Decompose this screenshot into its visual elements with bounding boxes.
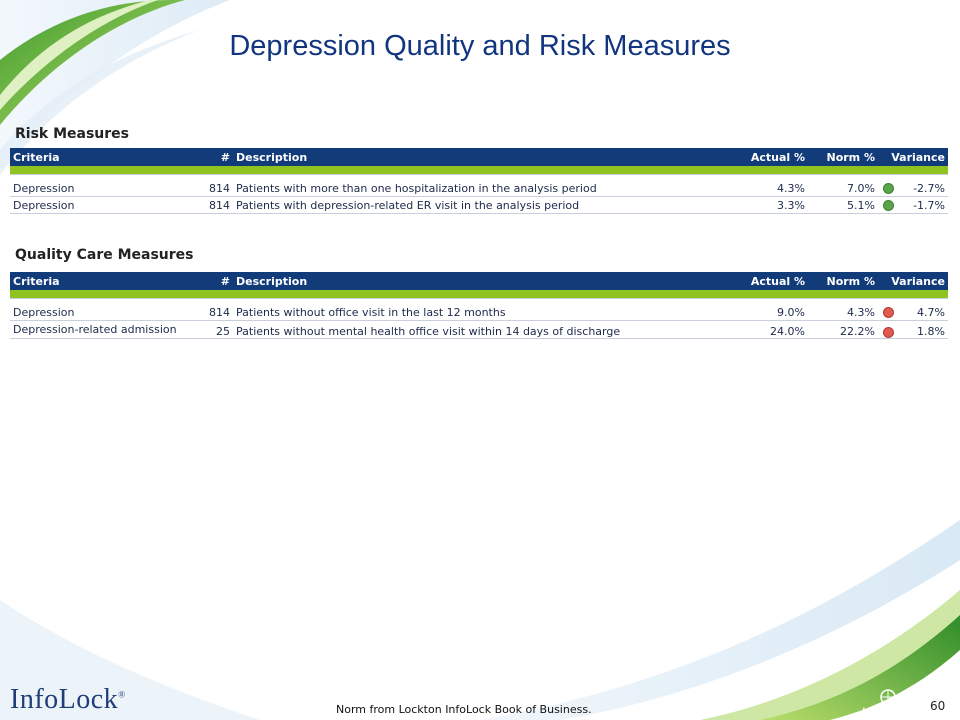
actual-cell: 4.3% [738, 180, 808, 197]
variance-cell: 1.8% [878, 320, 948, 339]
green-indicator [883, 200, 894, 211]
variance-value: -1.7% [913, 198, 945, 212]
count-header: # [190, 272, 233, 290]
variance-cell: -2.7% [878, 180, 948, 197]
count-cell: 814 [190, 196, 233, 214]
norm-header: Norm % [808, 272, 878, 290]
table-row: Depression 814 Patients without office v… [10, 304, 948, 321]
page-number: 60 [930, 699, 946, 713]
description-cell: Patients without office visit in the las… [233, 304, 738, 321]
status-dot-icon [881, 182, 894, 195]
criteria-cell: Depression [10, 180, 190, 197]
registered-mark: ® [118, 689, 126, 700]
red-indicator [883, 326, 894, 338]
variance-cell: 4.7% [878, 304, 948, 321]
description-header: Description [233, 148, 738, 166]
logo-text: InfoLock [10, 684, 119, 715]
lockton-brand-text: LOCKTON [862, 706, 910, 716]
red-indicator [883, 307, 894, 318]
header-accent-band [10, 290, 948, 299]
norm-cell: 5.1% [808, 196, 878, 214]
variance-value: 1.8% [917, 325, 945, 338]
criteria-cell: Depression-related admission [10, 320, 190, 339]
table-row: Depression-related admission 25 Patients… [10, 320, 948, 339]
table-row: Depression 814 Patients with depression-… [10, 196, 948, 214]
actual-cell: 3.3% [738, 196, 808, 214]
actual-cell: 24.0% [738, 320, 808, 339]
page-title: Depression Quality and Risk Measures [229, 30, 731, 62]
variance-value: -2.7% [913, 181, 945, 195]
variance-header: Variance [878, 148, 948, 166]
description-header: Description [233, 272, 738, 290]
norm-cell: 22.2% [808, 320, 878, 339]
criteria-header: Criteria [10, 148, 190, 166]
quality-care-measures-heading: Quality Care Measures [15, 247, 194, 263]
risk-measures-table: Criteria # Description Actual % Norm % V… [10, 148, 948, 214]
actual-header: Actual % [738, 272, 808, 290]
status-dot-icon [881, 199, 894, 212]
norm-cell: 7.0% [808, 180, 878, 197]
footnote: Norm from Lockton InfoLock Book of Busin… [336, 703, 592, 716]
description-cell: Patients with depression-related ER visi… [233, 196, 738, 214]
count-header: # [190, 148, 233, 166]
actual-header: Actual % [738, 148, 808, 166]
description-cell: Patients with more than one hospitalizat… [233, 180, 738, 197]
count-cell: 25 [190, 320, 233, 339]
header-accent-band [10, 166, 948, 175]
norm-header: Norm % [808, 148, 878, 166]
table-header-row: Criteria # Description Actual % Norm % V… [10, 148, 948, 166]
count-cell: 814 [190, 180, 233, 197]
status-dot-icon [881, 306, 894, 319]
quality-care-measures-table: Criteria # Description Actual % Norm % V… [10, 272, 948, 339]
risk-measures-heading: Risk Measures [15, 126, 130, 142]
variance-value: 4.7% [917, 305, 945, 319]
background-swoosh [0, 0, 960, 720]
criteria-cell: Depression [10, 304, 190, 321]
table-header-row: Criteria # Description Actual % Norm % V… [10, 272, 948, 290]
count-cell: 814 [190, 304, 233, 321]
actual-cell: 9.0% [738, 304, 808, 321]
green-indicator [883, 183, 894, 194]
norm-cell: 4.3% [808, 304, 878, 321]
table-row: Depression 814 Patients with more than o… [10, 180, 948, 197]
variance-header: Variance [878, 272, 948, 290]
status-dot-icon [881, 325, 894, 338]
criteria-header: Criteria [10, 272, 190, 290]
criteria-cell: Depression [10, 196, 190, 214]
infolock-logo: InfoLock® [10, 684, 126, 716]
variance-cell: -1.7% [878, 196, 948, 214]
description-cell: Patients without mental health office vi… [233, 320, 738, 339]
